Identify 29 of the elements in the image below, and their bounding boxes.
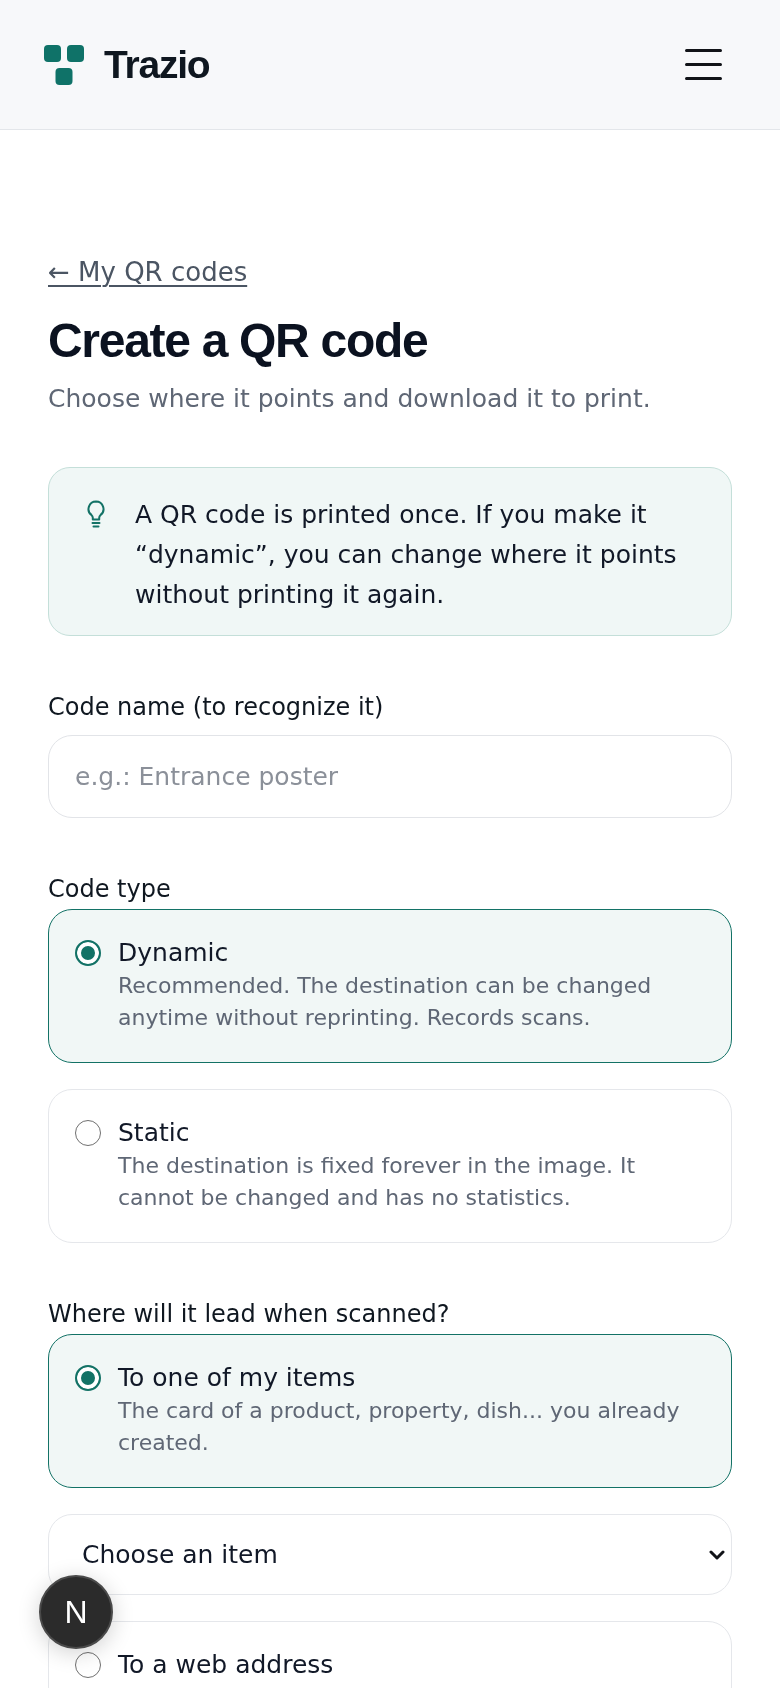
chevron-down-icon <box>709 1549 725 1560</box>
section-label: Code type <box>48 874 172 905</box>
choice-card[interactable]: Dynamic Recommended. The destination can be changed anytime without reprinting. Records scans. <box>48 909 732 1063</box>
brand-name: Trazio <box>104 41 210 88</box>
radio-button[interactable] <box>75 1365 101 1391</box>
choice-title: To a web address <box>118 1649 335 1681</box>
radio-button[interactable] <box>75 940 101 966</box>
menu-button[interactable] <box>685 49 722 80</box>
page-title: Create a QR code <box>48 313 429 369</box>
lightbulb-icon <box>86 500 106 528</box>
item-select[interactable]: Choose an item <box>48 1514 732 1595</box>
choice-title: To one of my items <box>118 1362 357 1394</box>
logo-icon <box>44 44 84 85</box>
info-text: A QR code is printed once. If you make it “dynamic”, you can change where it points without printing it again. <box>135 499 678 611</box>
choice-description: The destination is fixed forever in the image. It cannot be changed and has no statistics. <box>118 1152 637 1212</box>
page-subtitle: Choose where it points and download it to print. <box>48 383 652 415</box>
choice-title: Static <box>118 1117 191 1149</box>
field-label: Code name (to recognize it) <box>48 692 385 723</box>
choice-card[interactable]: Static The destination is fixed forever in the image. It cannot be changed and has no statistics. <box>48 1089 732 1243</box>
section-label: Where will it lead when scanned? <box>48 1299 451 1330</box>
back-link[interactable]: ← My QR codes <box>48 255 248 289</box>
choice-card[interactable]: To one of my items The card of a product, property, dish... you already created. <box>48 1334 732 1488</box>
radio-button[interactable] <box>75 1120 101 1146</box>
choice-title: Dynamic <box>118 937 230 969</box>
radio-button[interactable] <box>75 1652 101 1678</box>
menu-icon <box>685 49 722 80</box>
choice-description: The card of a product, property, dish... you already created. <box>118 1397 681 1457</box>
name-input[interactable]: e.g.: Entrance poster <box>48 735 732 818</box>
choice-description: Recommended. The destination can be changed anytime without reprinting. Records scans. <box>118 972 653 1032</box>
